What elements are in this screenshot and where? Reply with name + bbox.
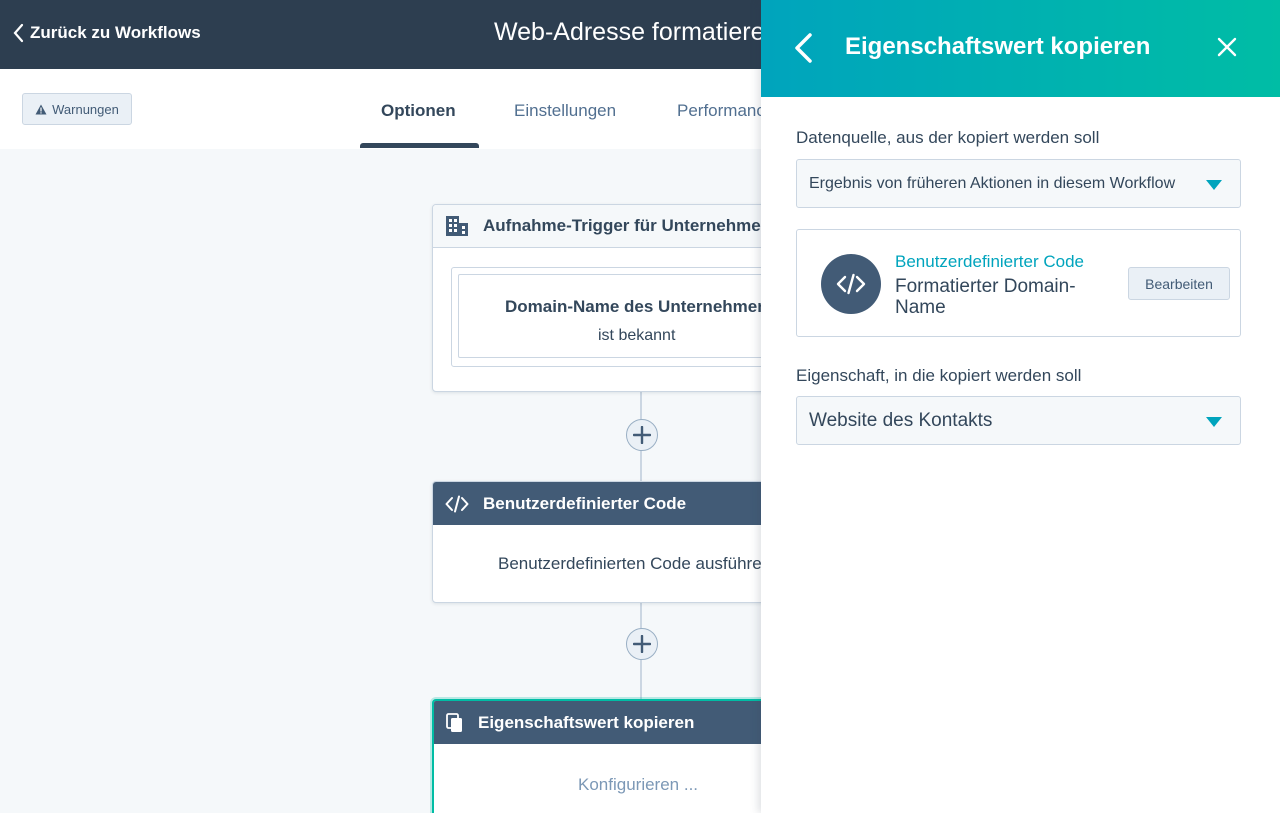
panel-back-button[interactable] bbox=[793, 32, 813, 69]
action-config-panel: Eigenschaftswert kopieren Datenquelle, a… bbox=[761, 0, 1280, 813]
trigger-filter[interactable]: Domain-Name des Unternehmens ist bekannt bbox=[458, 274, 772, 358]
trigger-filter-group: Domain-Name des Unternehmens ist bekannt bbox=[451, 267, 772, 367]
building-icon bbox=[446, 216, 468, 236]
caret-down-icon bbox=[1206, 417, 1222, 427]
active-tab-indicator bbox=[360, 143, 479, 148]
code-card-title: Benutzerdefinierter Code bbox=[483, 493, 687, 513]
caret-down-icon bbox=[1206, 180, 1222, 190]
panel-header: Eigenschaftswert kopieren bbox=[761, 0, 1280, 97]
chevron-left-icon bbox=[13, 23, 24, 43]
source-action-link[interactable]: Benutzerdefinierter Code bbox=[895, 252, 1084, 272]
source-action-card: Benutzerdefinierter Code Formatierter Do… bbox=[796, 229, 1241, 337]
plus-icon bbox=[633, 426, 651, 444]
copy-icon bbox=[446, 712, 462, 732]
close-icon bbox=[1217, 37, 1237, 57]
source-select-value: Ergebnis von früheren Aktionen in diesem… bbox=[809, 174, 1176, 192]
copy-card-title: Eigenschaftswert kopieren bbox=[478, 712, 695, 732]
panel-close-button[interactable] bbox=[1217, 37, 1237, 62]
target-select-value: Website des Kontakts bbox=[809, 409, 993, 431]
filter-property: Domain-Name des Unternehmens bbox=[505, 297, 772, 316]
code-card-body: Benutzerdefinierten Code ausführen bbox=[498, 554, 772, 573]
warnings-button[interactable]: Warnungen bbox=[22, 93, 132, 125]
trigger-title: Aufnahme-Trigger für Unternehmen bbox=[483, 216, 772, 235]
tab-performance[interactable]: Performance bbox=[677, 101, 774, 121]
copy-property-action-card[interactable]: Eigenschaftswert kopieren Konfigurieren … bbox=[432, 699, 772, 813]
source-select[interactable]: Ergebnis von früheren Aktionen in diesem… bbox=[796, 159, 1241, 208]
panel-title: Eigenschaftswert kopieren bbox=[845, 33, 1151, 60]
tab-einstellungen[interactable]: Einstellungen bbox=[514, 101, 616, 121]
plus-icon bbox=[633, 635, 651, 653]
code-icon-badge bbox=[821, 254, 881, 314]
code-icon bbox=[836, 273, 866, 295]
filter-operator: ist bekannt bbox=[598, 327, 676, 344]
edit-button[interactable]: Bearbeiten bbox=[1128, 267, 1230, 300]
workflow-title[interactable]: Web-Adresse formatieren bbox=[494, 18, 778, 47]
tab-optionen[interactable]: Optionen bbox=[381, 101, 456, 121]
source-output-name: Formatierter Domain-Name bbox=[895, 276, 1076, 318]
back-label: Zurück zu Workflows bbox=[30, 23, 201, 42]
target-field-label: Eigenschaft, in die kopiert werden soll bbox=[796, 366, 1082, 385]
add-action-button[interactable] bbox=[626, 628, 658, 660]
chevron-left-icon bbox=[795, 33, 812, 63]
code-card-header: Benutzerdefinierter Code bbox=[433, 482, 771, 525]
warnings-label: Warnungen bbox=[52, 101, 119, 117]
warning-icon bbox=[35, 104, 47, 114]
target-property-select[interactable]: Website des Kontakts bbox=[796, 396, 1241, 445]
source-field-label: Datenquelle, aus der kopiert werden soll bbox=[796, 128, 1100, 147]
back-to-workflows-link[interactable]: Zurück zu Workflows bbox=[12, 20, 201, 46]
enrollment-trigger-card[interactable]: Aufnahme-Trigger für Unternehmen Domain-… bbox=[432, 204, 772, 392]
custom-code-action-card[interactable]: Benutzerdefinierter Code Benutzerdefinie… bbox=[432, 481, 772, 603]
copy-card-header: Eigenschaftswert kopieren bbox=[434, 701, 770, 744]
add-action-button[interactable] bbox=[626, 419, 658, 451]
trigger-card-header: Aufnahme-Trigger für Unternehmen bbox=[433, 205, 771, 248]
code-icon bbox=[445, 495, 469, 512]
configure-link[interactable]: Konfigurieren ... bbox=[578, 775, 698, 795]
